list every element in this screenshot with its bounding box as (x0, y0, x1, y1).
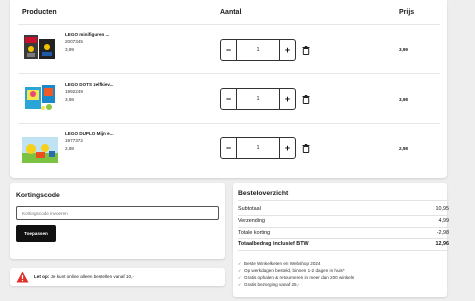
quantity-input[interactable]: 1 (237, 39, 279, 61)
coupon-panel: Kortingscode Toepassen (10, 183, 225, 259)
line-price: 3,98 (399, 97, 408, 102)
product-name[interactable]: LEGO minifiguren ... (65, 32, 109, 37)
alert-bold-label: Let op: (34, 274, 50, 279)
summary-row-total: Totaalbedrag inclusief BTW 12,96 (238, 241, 449, 247)
decrease-quantity-button[interactable]: − (220, 137, 237, 159)
minimum-order-alert: Let op: Je kunt online alleen bestellen … (10, 268, 225, 286)
summary-title: Besteloverzicht (238, 190, 289, 197)
product-sku: 1992249 (65, 89, 83, 94)
cart-panel: Producten Aantal Prijs LEGO minifiguren … (10, 0, 447, 178)
product-name[interactable]: LEGO DUPLO Mijn e... (65, 131, 114, 136)
quantity-stepper: − 1 + (220, 39, 296, 61)
divider (238, 238, 449, 239)
summary-row-shipping: Verzending 4,99 (238, 218, 449, 224)
header-products: Producten (22, 9, 57, 16)
product-image (22, 133, 58, 165)
warning-icon (16, 271, 29, 283)
divider (238, 200, 449, 201)
alert-message: Let op: Je kunt online alleen bestellen … (34, 274, 134, 279)
product-unit-price: 3,98 (65, 97, 74, 102)
benefit-item: ✓ Beste Winkelketen en Webshop 2024 (238, 261, 321, 266)
summary-value: 10,95 (435, 206, 450, 212)
product-sku: 2007345 (65, 39, 83, 44)
increase-quantity-button[interactable]: + (279, 137, 296, 159)
line-price: 2,98 (399, 146, 408, 151)
product-unit-price: 2,98 (65, 146, 74, 151)
coupon-title: Kortingscode (16, 192, 60, 199)
summary-value: -2,98 (436, 230, 449, 236)
line-price: 3,99 (399, 47, 408, 52)
header-price: Prijs (399, 9, 415, 16)
cart-item: LEGO minifiguren ... 2007345 3,99 − 1 + … (10, 24, 447, 76)
summary-row-discount: Totale korting -2,98 (238, 230, 449, 236)
benefit-item: ✓ Op werkdagen besteld, binnen 1-2 dagen… (238, 268, 345, 273)
decrease-quantity-button[interactable]: − (220, 39, 237, 61)
benefit-item: ✓ Gratis ophalen & retourneren in meer d… (238, 275, 354, 280)
product-image (22, 81, 58, 113)
cart-item: LEGO DOTS zelfkiev... 1992249 3,98 − 1 +… (10, 73, 447, 125)
product-name[interactable]: LEGO DOTS zelfkiev... (65, 82, 113, 87)
order-summary-panel: Besteloverzicht Subtotaal 10,95 Verzendi… (233, 183, 449, 297)
summary-label: Totale korting (238, 230, 271, 236)
trash-icon[interactable] (302, 144, 310, 153)
total-value: 12,96 (435, 241, 450, 247)
trash-icon[interactable] (302, 46, 310, 55)
cart-item: LEGO DUPLO Mijn e... 1977372 2,98 − 1 + … (10, 123, 447, 175)
product-sku: 1977372 (65, 138, 83, 143)
product-unit-price: 3,99 (65, 47, 74, 52)
summary-label: Subtotaal (238, 206, 261, 212)
summary-row-subtotal: Subtotaal 10,95 (238, 206, 449, 212)
decrease-quantity-button[interactable]: − (220, 88, 237, 110)
trash-icon[interactable] (302, 95, 310, 104)
quantity-input[interactable]: 1 (237, 137, 279, 159)
benefit-text: Beste Winkelketen en Webshop 2024 (244, 261, 321, 266)
summary-label: Verzending (238, 218, 265, 224)
quantity-stepper: − 1 + (220, 137, 296, 159)
benefit-text: Op werkdagen besteld, binnen 1-2 dagen i… (244, 268, 345, 273)
total-label: Totaalbedrag inclusief BTW (238, 241, 309, 247)
header-quantity: Aantal (220, 9, 242, 16)
benefit-text: Gratis bezorging vanaf 25,- (244, 282, 300, 287)
divider (238, 227, 449, 228)
benefit-text: Gratis ophalen & retourneren in meer dan… (244, 275, 355, 280)
summary-value: 4,99 (438, 218, 450, 224)
quantity-stepper: − 1 + (220, 88, 296, 110)
apply-coupon-button[interactable]: Toepassen (16, 225, 56, 242)
divider (238, 250, 449, 251)
benefit-item: ✓ Gratis bezorging vanaf 25,- (238, 282, 299, 287)
alert-text: Je kunt online alleen bestellen vanaf 10… (50, 274, 134, 279)
increase-quantity-button[interactable]: + (279, 88, 296, 110)
quantity-input[interactable]: 1 (237, 88, 279, 110)
coupon-code-input[interactable] (16, 206, 219, 220)
increase-quantity-button[interactable]: + (279, 39, 296, 61)
divider (238, 215, 449, 216)
product-image (22, 31, 58, 63)
